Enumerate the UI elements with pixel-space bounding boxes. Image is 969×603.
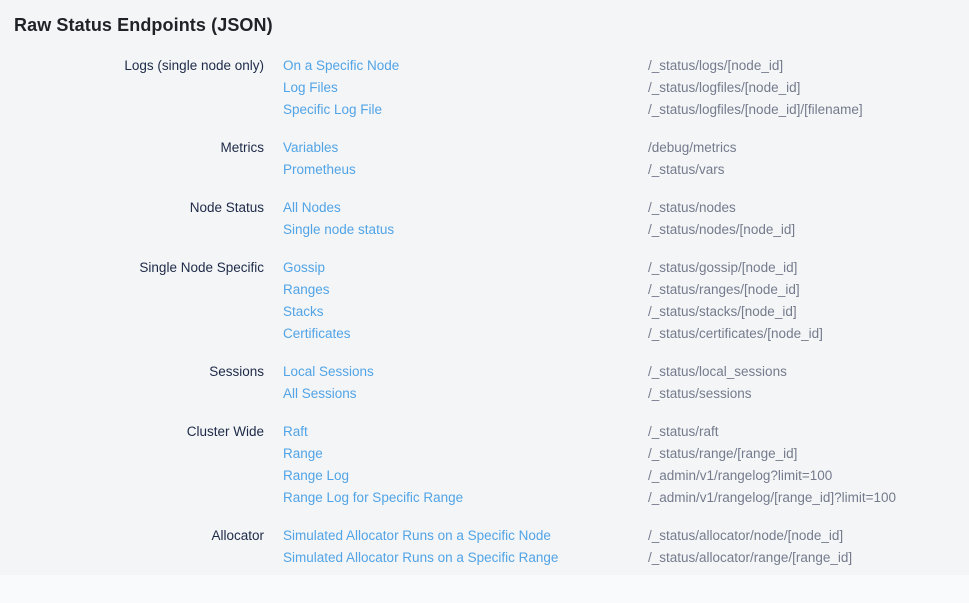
section-logs: Logs (single node only) On a Specific No… — [0, 55, 955, 121]
section-node-status: Node Status All Nodes /_status/nodes Sin… — [0, 197, 955, 241]
section-single-node-specific: Single Node Specific Gossip /_status/gos… — [0, 257, 955, 345]
table-row: Range Log for Specific Range /_admin/v1/… — [0, 487, 955, 509]
table-row: Prometheus /_status/vars — [0, 159, 955, 181]
endpoint-link[interactable]: Gossip — [283, 260, 325, 275]
raw-status-endpoints-page: Raw Status Endpoints (JSON) Logs (single… — [0, 0, 969, 569]
endpoints-table: Logs (single node only) On a Specific No… — [0, 55, 955, 569]
endpoint-link[interactable]: Range Log for Specific Range — [283, 490, 463, 505]
endpoint-link[interactable]: Simulated Allocator Runs on a Specific R… — [283, 550, 558, 565]
table-row: Node Status All Nodes /_status/nodes — [0, 197, 955, 219]
section-sessions: Sessions Local Sessions /_status/local_s… — [0, 361, 955, 405]
link-cell: Raft — [264, 421, 648, 443]
link-cell: All Sessions — [264, 383, 648, 405]
section-cluster-wide: Cluster Wide Raft /_status/raft Range /_… — [0, 421, 955, 509]
table-row: Sessions Local Sessions /_status/local_s… — [0, 361, 955, 383]
table-row: Range /_status/range/[range_id] — [0, 443, 955, 465]
endpoint-path: /_status/nodes/[node_id] — [648, 219, 955, 241]
table-row: Stacks /_status/stacks/[node_id] — [0, 301, 955, 323]
table-row: Cluster Wide Raft /_status/raft — [0, 421, 955, 443]
endpoint-link[interactable]: All Nodes — [283, 200, 341, 215]
link-cell: Specific Log File — [264, 99, 648, 121]
page-bottom-edge — [0, 575, 969, 603]
endpoint-link[interactable]: Range Log — [283, 468, 349, 483]
endpoint-path: /_status/allocator/range/[range_id] — [648, 547, 955, 569]
table-row: Specific Log File /_status/logfiles/[nod… — [0, 99, 955, 121]
link-cell: Gossip — [264, 257, 648, 279]
endpoint-path: /_status/allocator/node/[node_id] — [648, 525, 955, 547]
table-row: Range Log /_admin/v1/rangelog?limit=100 — [0, 465, 955, 487]
table-row: Allocator Simulated Allocator Runs on a … — [0, 525, 955, 547]
link-cell: Simulated Allocator Runs on a Specific R… — [264, 547, 648, 569]
endpoint-path: /_status/logfiles/[node_id] — [648, 77, 955, 99]
link-cell: Prometheus — [264, 159, 648, 181]
table-row: Metrics Variables /debug/metrics — [0, 137, 955, 159]
endpoint-path: /_status/range/[range_id] — [648, 443, 955, 465]
endpoint-link[interactable]: On a Specific Node — [283, 58, 399, 73]
table-row: Logs (single node only) On a Specific No… — [0, 55, 955, 77]
endpoint-path: /_admin/v1/rangelog?limit=100 — [648, 465, 955, 487]
endpoint-link[interactable]: Local Sessions — [283, 364, 374, 379]
endpoint-path: /_status/gossip/[node_id] — [648, 257, 955, 279]
link-cell: Range Log — [264, 465, 648, 487]
section-allocator: Allocator Simulated Allocator Runs on a … — [0, 525, 955, 569]
endpoint-link[interactable]: Ranges — [283, 282, 330, 297]
endpoint-path: /_status/raft — [648, 421, 955, 443]
link-cell: Variables — [264, 137, 648, 159]
endpoint-path: /_status/vars — [648, 159, 955, 181]
link-cell: Simulated Allocator Runs on a Specific N… — [264, 525, 648, 547]
table-row: Log Files /_status/logfiles/[node_id] — [0, 77, 955, 99]
link-cell: Ranges — [264, 279, 648, 301]
endpoint-path: /_status/nodes — [648, 197, 955, 219]
category-label: Node Status — [0, 197, 264, 219]
category-label: Metrics — [0, 137, 264, 159]
link-cell: Single node status — [264, 219, 648, 241]
page-title: Raw Status Endpoints (JSON) — [14, 13, 955, 37]
endpoint-path: /_status/logfiles/[node_id]/[filename] — [648, 99, 955, 121]
link-cell: Log Files — [264, 77, 648, 99]
endpoint-path: /_status/local_sessions — [648, 361, 955, 383]
section-metrics: Metrics Variables /debug/metrics Prometh… — [0, 137, 955, 181]
endpoint-link[interactable]: Single node status — [283, 222, 394, 237]
link-cell: Range Log for Specific Range — [264, 487, 648, 509]
endpoint-path: /_status/sessions — [648, 383, 955, 405]
category-label: Allocator — [0, 525, 264, 547]
endpoint-path: /debug/metrics — [648, 137, 955, 159]
endpoint-link[interactable]: Prometheus — [283, 162, 356, 177]
category-label: Sessions — [0, 361, 264, 383]
category-label: Single Node Specific — [0, 257, 264, 279]
table-row: Single node status /_status/nodes/[node_… — [0, 219, 955, 241]
endpoint-path: /_status/certificates/[node_id] — [648, 323, 955, 345]
link-cell: Range — [264, 443, 648, 465]
link-cell: Certificates — [264, 323, 648, 345]
endpoint-link[interactable]: Raft — [283, 424, 308, 439]
endpoint-link[interactable]: All Sessions — [283, 386, 357, 401]
endpoint-path: /_status/stacks/[node_id] — [648, 301, 955, 323]
table-row: Simulated Allocator Runs on a Specific R… — [0, 547, 955, 569]
endpoint-path: /_status/logs/[node_id] — [648, 55, 955, 77]
endpoint-link[interactable]: Stacks — [283, 304, 324, 319]
link-cell: Stacks — [264, 301, 648, 323]
endpoint-link[interactable]: Simulated Allocator Runs on a Specific N… — [283, 528, 551, 543]
link-cell: All Nodes — [264, 197, 648, 219]
endpoint-path: /_status/ranges/[node_id] — [648, 279, 955, 301]
endpoint-link[interactable]: Log Files — [283, 80, 338, 95]
endpoint-link[interactable]: Range — [283, 446, 323, 461]
endpoint-link[interactable]: Specific Log File — [283, 102, 382, 117]
endpoint-link[interactable]: Variables — [283, 140, 338, 155]
endpoint-link[interactable]: Certificates — [283, 326, 351, 341]
endpoint-path: /_admin/v1/rangelog/[range_id]?limit=100 — [648, 487, 955, 509]
table-row: All Sessions /_status/sessions — [0, 383, 955, 405]
table-row: Ranges /_status/ranges/[node_id] — [0, 279, 955, 301]
table-row: Certificates /_status/certificates/[node… — [0, 323, 955, 345]
category-label: Cluster Wide — [0, 421, 264, 443]
link-cell: Local Sessions — [264, 361, 648, 383]
category-label: Logs (single node only) — [0, 55, 264, 77]
link-cell: On a Specific Node — [264, 55, 648, 77]
table-row: Single Node Specific Gossip /_status/gos… — [0, 257, 955, 279]
